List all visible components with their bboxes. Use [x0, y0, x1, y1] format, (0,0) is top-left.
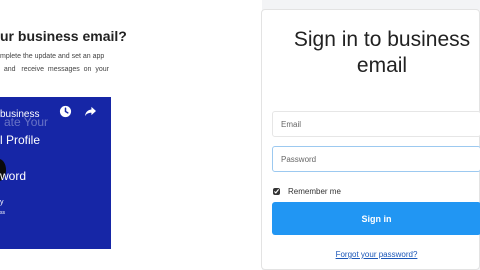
- video-text-line-4: y: [0, 199, 4, 206]
- forgot-password-link[interactable]: Forgot your password?: [272, 250, 480, 259]
- info-title: ur business email?: [0, 28, 127, 44]
- info-description: mplete the update and set an app and rec…: [0, 53, 109, 73]
- video-player[interactable]: ate Your business l Profile word y ss: [0, 97, 111, 249]
- info-panel: ur business email? mplete the update and…: [0, 0, 262, 270]
- video-text-line-2: l Profile: [0, 133, 41, 147]
- remember-me-label: Remember me: [288, 187, 341, 196]
- password-field[interactable]: [272, 146, 480, 172]
- signin-card: Sign in to business email Remember me Si…: [261, 9, 480, 270]
- video-text-line-1: business: [0, 109, 40, 120]
- page-title: Sign in to business email: [293, 28, 471, 77]
- clock-icon[interactable]: [59, 105, 72, 118]
- sign-in-button[interactable]: Sign in: [272, 202, 480, 235]
- video-text-line-5: ss: [0, 210, 5, 216]
- remember-me-checkbox[interactable]: [273, 188, 280, 195]
- video-text-line-3: word: [0, 169, 27, 183]
- email-field[interactable]: [272, 111, 480, 137]
- remember-me[interactable]: Remember me: [273, 187, 341, 196]
- share-icon[interactable]: [84, 106, 97, 117]
